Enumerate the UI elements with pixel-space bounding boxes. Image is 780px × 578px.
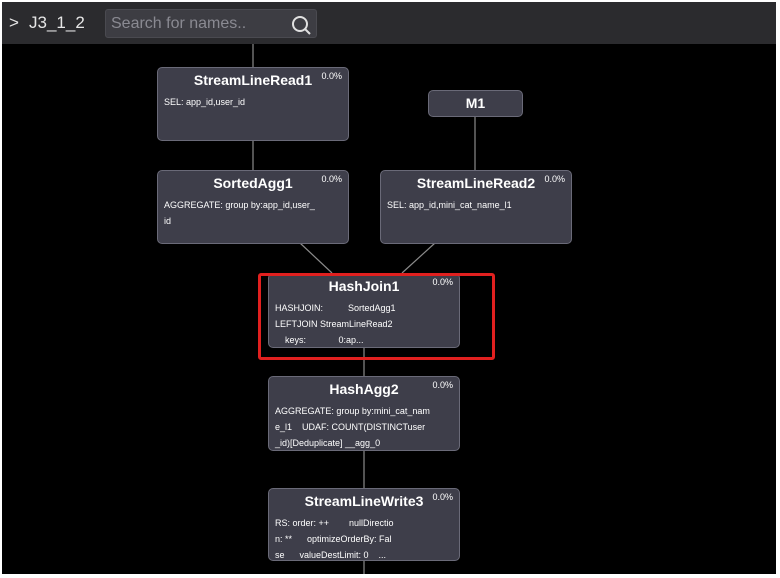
node-detail: AGGREGATE: group by:app_id,user_ id (164, 200, 315, 226)
node-title: StreamLineRead2 (416, 175, 536, 191)
search-box[interactable] (105, 9, 317, 38)
node-sortedagg1[interactable]: SortedAgg1 0.0% AGGREGATE: group by:app_… (157, 170, 349, 244)
node-percent: 0.0% (432, 380, 453, 390)
edge-sortedagg1-to-hashjoin1 (299, 242, 333, 274)
node-m1[interactable]: M1 (428, 90, 523, 117)
node-title: HashAgg2 (329, 381, 399, 397)
node-streamlinewrite3[interactable]: StreamLineWrite3 0.0% RS: order: ++ null… (268, 488, 460, 561)
breadcrumb[interactable]: J3_1_2 (29, 13, 85, 33)
node-detail: AGGREGATE: group by:mini_cat_nam e_l1 UD… (275, 406, 430, 448)
node-streamlineread1[interactable]: StreamLineRead1 0.0% SEL: app_id,user_id (157, 67, 349, 141)
top-bar: > J3_1_2 (2, 2, 776, 44)
node-title: StreamLineRead1 (193, 72, 313, 88)
search-input[interactable] (111, 14, 281, 34)
search-icon[interactable] (290, 14, 312, 36)
node-percent: 0.0% (321, 71, 342, 81)
node-percent: 0.0% (321, 174, 342, 184)
selection-highlight (258, 273, 495, 360)
graph-canvas[interactable]: > J3_1_2 StreamLineRead1 0.0% SEL: app_i… (2, 2, 776, 574)
node-detail: SEL: app_id,user_id (164, 97, 246, 107)
node-detail: RS: order: ++ nullDirectio n: ** optimiz… (275, 518, 394, 560)
node-percent: 0.0% (432, 492, 453, 502)
node-title: SortedAgg1 (213, 175, 293, 191)
node-streamlineread2[interactable]: StreamLineRead2 0.0% SEL: app_id,mini_ca… (380, 170, 572, 244)
node-detail: SEL: app_id,mini_cat_name_l1 (387, 200, 512, 210)
node-percent: 0.0% (544, 174, 565, 184)
node-title: StreamLineWrite3 (304, 493, 424, 509)
breadcrumb-arrow[interactable]: > (9, 13, 19, 33)
edge-streamlineread2-to-hashjoin1 (401, 242, 436, 274)
node-hashagg2[interactable]: HashAgg2 0.0% AGGREGATE: group by:mini_c… (268, 376, 460, 451)
node-title: M1 (465, 95, 486, 111)
